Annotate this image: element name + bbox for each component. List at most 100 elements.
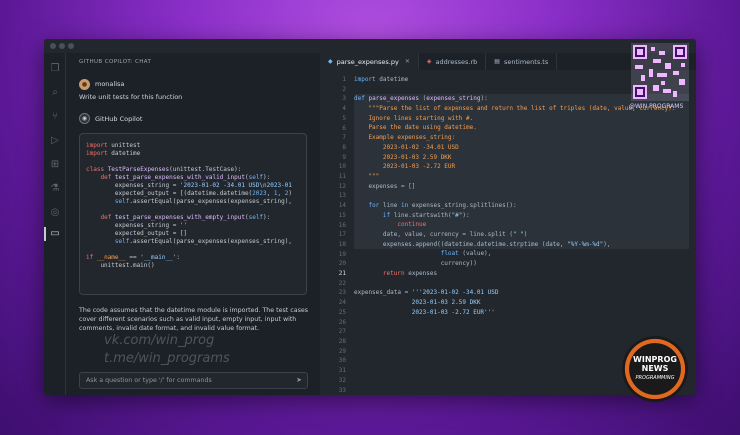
chat-header: GITHUB COPILOT: CHAT <box>79 59 152 65</box>
code-line: import datetime <box>86 150 141 157</box>
vscode-window: ❐ ⌕ ⑂ ▷ ⊞ ⚗ ◎ ▭ GITHUB COPILOT: CHAT ● m… <box>44 39 696 395</box>
code-line: 2023-01-02 -34.01 USD <box>354 143 459 151</box>
code-line: expected_output = [(datetime.datetime(20… <box>86 190 292 197</box>
badge-line3: PROGRAMMING <box>635 375 675 381</box>
code-line: def test_parse_expenses_with_empty_input… <box>100 214 271 221</box>
maximize-dot[interactable] <box>68 43 74 49</box>
copilot-chat-panel: GITHUB COPILOT: CHAT ● monalisa Write un… <box>67 53 320 395</box>
code-line: if __name__ == '__main__': <box>86 254 180 261</box>
code-line: self.assertEqual(parse_expenses(expenses… <box>114 198 292 205</box>
code-line: expenses_string = '2023-01-02 -34.01 USD… <box>86 182 292 189</box>
code-line: 2023-01-03 2.59 DKK <box>354 153 452 161</box>
search-icon[interactable]: ⌕ <box>49 87 61 99</box>
tab-addresses[interactable]: ◈ addresses.rb <box>419 53 487 70</box>
chat-input[interactable]: Ask a question or type '/' for commands … <box>79 372 308 389</box>
watermark-vk: vk.com/win_prog <box>104 333 215 348</box>
copilot-icon: ◉ <box>79 113 90 124</box>
code-line: import unittest <box>86 142 141 149</box>
line-number: 3 <box>342 95 346 103</box>
badge-line2: NEWS <box>641 364 669 373</box>
code-line: expenses.append((datetime.datetime.strpt… <box>354 240 611 248</box>
line-number: 10 <box>338 163 346 171</box>
editor-code[interactable]: import datetime def parse_expenses (expe… <box>354 75 694 317</box>
activity-bar: ❐ ⌕ ⑂ ▷ ⊞ ⚗ ◎ ▭ <box>44 53 66 395</box>
close-icon[interactable]: ✕ <box>405 58 410 65</box>
code-line: def test_parse_expenses_with_valid_input… <box>100 174 271 181</box>
code-line: currency)) <box>354 260 477 268</box>
code-line: expenses = [] <box>354 182 416 190</box>
code-line: unittest.main() <box>86 262 155 269</box>
code-line: expenses_string = '' <box>86 222 188 229</box>
code-line: for line in expenses_string.splitlines()… <box>368 201 517 209</box>
line-number: 30 <box>338 357 346 365</box>
line-number: 13 <box>338 192 346 200</box>
qr-code-image <box>631 43 689 101</box>
line-number: 23 <box>338 289 346 297</box>
typescript-icon: ▤ <box>494 58 500 65</box>
code-line: expenses_data = '''2023-01-02 -34.01 USD <box>354 289 499 297</box>
line-number: 17 <box>338 231 346 239</box>
active-indicator <box>44 227 46 241</box>
line-number: 22 <box>338 279 346 287</box>
code-line: date, value, currency = line.split (" ") <box>354 231 528 238</box>
tab-label: addresses.rb <box>435 57 478 66</box>
code-line: float (value), <box>440 250 492 258</box>
watermark-telegram: t.me/win_programs <box>104 351 230 366</box>
extensions-icon[interactable]: ⊞ <box>49 159 61 171</box>
code-line: if line.startswith("#"): <box>382 211 470 219</box>
user-avatar: ● <box>79 78 90 90</box>
line-number: 33 <box>338 386 346 394</box>
line-number: 12 <box>338 182 346 190</box>
run-debug-icon[interactable]: ▷ <box>49 135 61 147</box>
line-number-gutter: 1 2 3 4 5 6 7 8 9 10 11 12 13 14 15 16 17 18 19 20 21 22 23 24 2… <box>320 75 346 395</box>
code-line: 2023-01-03 -2.72 EUR <box>354 163 456 171</box>
code-line: 2023-01-03 -2.72 EUR''' <box>354 308 495 316</box>
line-number: 21 <box>338 270 346 278</box>
code-line: class TestParseExpenses(unittest.TestCas… <box>86 166 242 173</box>
line-number: 18 <box>338 240 346 248</box>
line-number: 28 <box>338 337 346 345</box>
close-dot[interactable] <box>50 43 56 49</box>
chat-icon[interactable]: ▭ <box>49 228 61 240</box>
ruby-icon: ◈ <box>426 58 432 65</box>
line-number: 5 <box>342 114 346 122</box>
files-icon[interactable]: ❐ <box>49 63 61 75</box>
code-line: expected_output = [] <box>86 230 188 237</box>
bot-row: ◉ GitHub Copilot <box>79 113 142 124</box>
line-number: 7 <box>342 134 346 142</box>
line-number: 2 <box>342 85 346 93</box>
line-number: 19 <box>338 250 346 258</box>
line-number: 6 <box>342 124 346 132</box>
tab-sentiments[interactable]: ▤ sentiments.ts <box>486 53 558 70</box>
code-line: Parse the date using datetime. <box>354 124 477 132</box>
code-line: Example expenses_string: <box>354 134 456 142</box>
code-line: continue <box>397 221 427 229</box>
code-line: Ignore lines starting with #. <box>354 114 474 122</box>
line-number: 20 <box>338 260 346 268</box>
title-bar <box>44 39 696 53</box>
minimize-dot[interactable] <box>59 43 65 49</box>
line-number: 15 <box>338 211 346 219</box>
line-number: 27 <box>338 328 346 336</box>
code-line: 2023-01-03 2.59 DKK <box>354 298 481 306</box>
line-number: 31 <box>338 367 346 375</box>
user-message: Write unit tests for this function <box>79 93 183 101</box>
testing-icon[interactable]: ⚗ <box>49 183 61 195</box>
send-icon[interactable]: ➤ <box>296 376 302 384</box>
line-number: 9 <box>342 153 346 161</box>
accounts-icon[interactable]: ◎ <box>49 207 61 219</box>
qr-label: @WIN PROGRAMS <box>629 103 684 110</box>
line-number: 11 <box>338 173 346 181</box>
line-number: 16 <box>338 221 346 229</box>
source-control-icon[interactable]: ⑂ <box>49 111 61 123</box>
winprog-news-badge: WINPROG NEWS PROGRAMMING <box>622 336 688 402</box>
user-row: ● monalisa <box>79 78 124 90</box>
tab-parse-expenses[interactable]: ◆ parse_expenses.py ✕ <box>320 53 419 70</box>
line-number: 32 <box>338 376 346 384</box>
code-suggestion-card[interactable]: import unittest import datetime class Te… <box>79 133 307 295</box>
line-number: 1 <box>342 76 346 83</box>
line-number: 26 <box>338 318 346 326</box>
